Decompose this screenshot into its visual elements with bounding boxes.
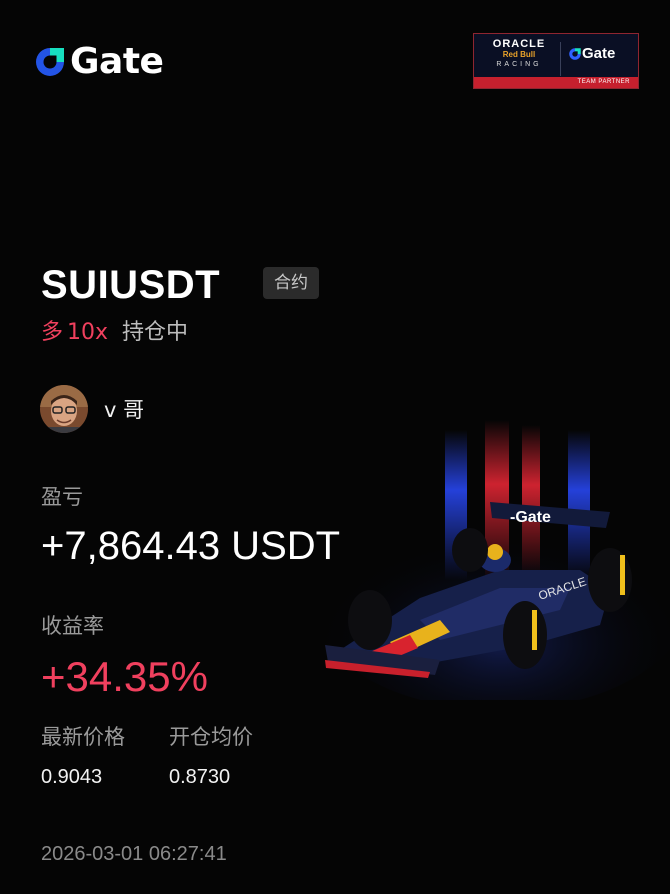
latest-price-value: 0.9043 [41, 766, 103, 788]
position-info: 多 10x 持仓中 [41, 318, 188, 348]
svg-text:-Gate: -Gate [510, 509, 551, 526]
entry-price-label: 开仓均价 [169, 725, 253, 749]
user-avatar [40, 385, 88, 433]
gate-logo-icon [569, 47, 581, 60]
team-partner-badge: ORACLE Red Bull RACING Gate TEAM PARTNER [473, 33, 639, 89]
user-info: v 哥 [40, 385, 144, 433]
brand-name: Gate [70, 41, 164, 82]
username: v 哥 [104, 398, 145, 422]
redbull-racing-logo: ORACLE Red Bull RACING [492, 38, 546, 68]
latest-price-label: 最新价格 [41, 725, 125, 749]
badge-divider [560, 42, 561, 76]
entry-price-value: 0.8730 [169, 766, 231, 788]
position-status: 持仓中 [122, 320, 189, 345]
direction-label: 多 [41, 320, 64, 345]
roi-value: +34.35% [41, 653, 208, 700]
trading-pair: SUIUSDT [41, 263, 221, 307]
team-partner-label: TEAM PARTNER [577, 79, 630, 85]
partner-gate-logo: Gate [568, 45, 615, 62]
gate-logo-icon [36, 48, 64, 76]
roi-label: 收益率 [41, 614, 104, 638]
leverage-label: 10x [67, 320, 109, 345]
f1-car-illustration: -Gate ORACLE [310, 420, 670, 700]
pnl-label: 盈亏 [41, 485, 83, 509]
timestamp: 2026-03-01 06:27:41 [41, 843, 227, 865]
contract-tag: 合约 [263, 267, 319, 299]
gate-logo: Gate [33, 41, 164, 82]
pnl-value: +7,864.43 USDT [41, 524, 341, 568]
